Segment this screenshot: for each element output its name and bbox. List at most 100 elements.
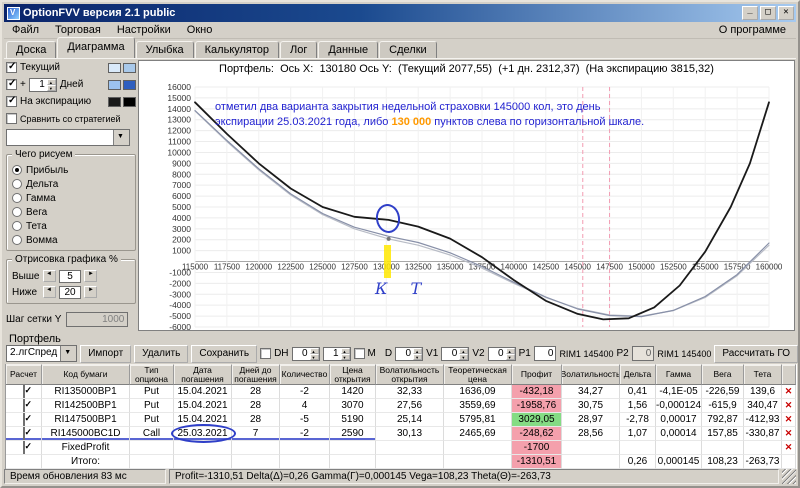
column-header-open-vol[interactable]: Волатильность открытия [376, 364, 444, 385]
tab-diagram[interactable]: Диаграмма [57, 37, 134, 58]
radio-vomma[interactable]: Вомма [12, 233, 131, 247]
v1-spinner[interactable]: 0 [441, 347, 469, 361]
tab-board[interactable]: Доска [6, 41, 56, 58]
d-value[interactable]: 0 [396, 348, 413, 359]
compare-strategy-checkbox[interactable] [6, 113, 17, 124]
dh-spin1-value[interactable]: 0 [293, 348, 310, 359]
strategy-select[interactable] [6, 129, 130, 146]
row-calc-checkbox[interactable] [23, 413, 25, 426]
delete-row-icon[interactable] [782, 385, 795, 398]
v2-spinner[interactable]: 0 [488, 347, 516, 361]
tab-deals[interactable]: Сделки [379, 41, 437, 58]
table-row[interactable]: RI145000BC1DCall25.03.20217-2259030,1324… [6, 427, 797, 441]
dh-spinner-1[interactable]: 0 [292, 347, 320, 361]
menu-settings[interactable]: Настройки [109, 23, 179, 37]
menu-window[interactable]: Окно [179, 23, 221, 37]
below-decrease-button[interactable] [43, 286, 56, 298]
calc-margin-button[interactable]: Рассчитать ГО [714, 345, 798, 363]
column-header-volatility[interactable]: Волатильность [562, 364, 620, 385]
column-header-profit[interactable]: Профит [512, 364, 562, 385]
resize-grip[interactable] [782, 469, 796, 484]
above-decrease-button[interactable] [43, 270, 56, 282]
current-color1-swatch[interactable] [108, 63, 121, 73]
column-header-quantity[interactable]: Количество [280, 364, 330, 385]
row-calc-checkbox[interactable] [23, 441, 25, 454]
d-spinner[interactable]: 0 [395, 347, 423, 361]
dh-spinner-2[interactable]: 1 [323, 347, 351, 361]
maximize-button[interactable] [760, 6, 776, 20]
column-header-code[interactable]: Код бумаги [42, 364, 130, 385]
column-header-open-price[interactable]: Цена открытия [330, 364, 376, 385]
spin-down-icon[interactable] [413, 354, 422, 360]
delete-button[interactable]: Удалить [134, 345, 188, 363]
column-header-theor-price[interactable]: Теоретическая цена [444, 364, 512, 385]
menu-about[interactable]: О программе [709, 23, 796, 37]
m-checkbox[interactable] [354, 348, 365, 359]
row-calc-checkbox[interactable] [23, 399, 25, 412]
row-calc-checkbox[interactable] [23, 427, 25, 440]
import-button[interactable]: Импорт [80, 345, 131, 363]
spin-down-icon[interactable] [341, 354, 350, 360]
menu-file[interactable]: Файл [4, 23, 47, 37]
spin-down-icon[interactable] [47, 85, 56, 91]
expiration-color2-swatch[interactable] [123, 97, 136, 107]
delete-row-icon[interactable] [782, 399, 795, 412]
spin-down-icon[interactable] [459, 354, 468, 360]
column-header-option-type[interactable]: Тип опциона [130, 364, 174, 385]
radio-gamma[interactable]: Гамма [12, 191, 131, 205]
v1-value[interactable]: 0 [442, 348, 459, 359]
column-header-gamma[interactable]: Гамма [656, 364, 702, 385]
tab-smile[interactable]: Улыбка [136, 41, 194, 58]
column-header-expiry-date[interactable]: Дата погашения [174, 364, 232, 385]
table-row[interactable]: RI147500BP1Put15.04.202128-5519025,14579… [6, 413, 797, 427]
expiration-color1-swatch[interactable] [108, 97, 121, 107]
minimize-button[interactable] [742, 6, 758, 20]
radio-profit[interactable]: Прибыль [12, 163, 131, 177]
spin-down-icon[interactable] [506, 354, 515, 360]
column-header-theta[interactable]: Тета [744, 364, 782, 385]
radio-vega[interactable]: Вега [12, 205, 131, 219]
spin-down-icon[interactable] [310, 354, 319, 360]
plus-color1-swatch[interactable] [108, 80, 121, 90]
dh-spin2-value[interactable]: 1 [324, 348, 341, 359]
table-row[interactable]: RI142500BP1Put15.04.2021284307027,563559… [6, 399, 797, 413]
below-increase-button[interactable] [84, 286, 97, 298]
close-button[interactable] [778, 6, 794, 20]
delete-row-icon[interactable] [782, 413, 795, 426]
radio-label-profit: Прибыль [26, 165, 68, 176]
menu-trade[interactable]: Торговая [47, 23, 109, 37]
table-row[interactable]: RI135000BP1Put15.04.202128-2142032,33163… [6, 385, 797, 399]
delete-row-icon[interactable] [782, 441, 795, 454]
tab-calculator[interactable]: Калькулятор [195, 41, 279, 58]
column-header-days-left[interactable]: Дней до погашения [232, 364, 280, 385]
column-header-delta[interactable]: Дельта [620, 364, 656, 385]
column-header-delete[interactable] [782, 364, 796, 385]
column-header-calc[interactable]: Расчет [6, 364, 42, 385]
delete-row-icon[interactable] [782, 427, 795, 440]
radio-theta[interactable]: Тета [12, 219, 131, 233]
plus-days-checkbox[interactable] [6, 79, 17, 90]
save-button[interactable]: Сохранить [191, 345, 257, 363]
plus-color2-swatch[interactable] [123, 80, 136, 90]
table-row[interactable]: FixedProfit-1700 [6, 441, 797, 455]
v2-value[interactable]: 0 [489, 348, 506, 359]
above-increase-button[interactable] [84, 270, 97, 282]
plus-days-spinner[interactable]: 1 [29, 78, 57, 92]
plus-days-value[interactable]: 1 [30, 79, 47, 90]
tab-data[interactable]: Данные [318, 41, 378, 58]
dropdown-arrow-icon[interactable] [113, 130, 129, 145]
p1-input[interactable]: 0 [534, 346, 557, 361]
dh-checkbox[interactable] [260, 348, 271, 359]
current-color2-swatch[interactable] [123, 63, 136, 73]
dropdown-arrow-icon[interactable] [60, 346, 76, 361]
tab-log[interactable]: Лог [280, 41, 317, 58]
radio-delta[interactable]: Дельта [12, 177, 131, 191]
title-bar[interactable]: OptionFVV версия 2.1 public [4, 4, 796, 22]
current-checkbox[interactable] [6, 62, 17, 73]
row-calc-checkbox[interactable] [23, 385, 25, 398]
portfolio-preset-select[interactable]: 2.лгСпред [6, 345, 77, 362]
p2-input[interactable]: 0 [632, 346, 655, 361]
column-header-vega[interactable]: Вега [702, 364, 744, 385]
expiration-checkbox[interactable] [6, 96, 17, 107]
grid-step-input[interactable]: 1000 [66, 312, 128, 327]
